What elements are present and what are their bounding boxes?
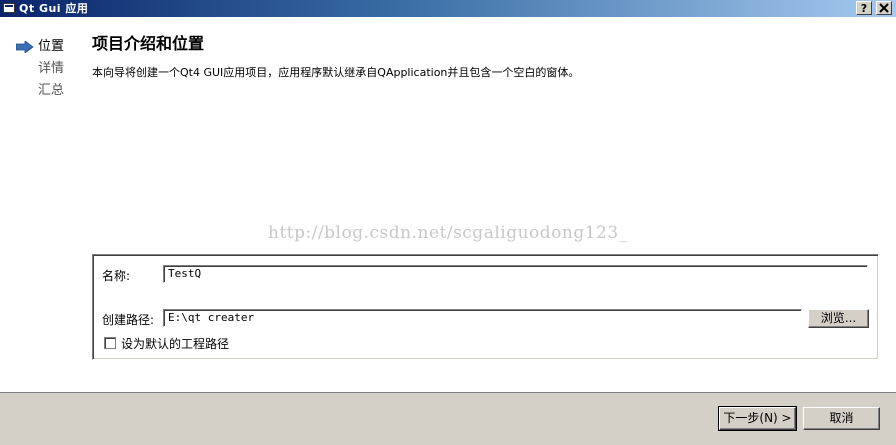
default-path-label: 设为默认的工程路径 xyxy=(121,337,230,351)
app-window-icon xyxy=(3,3,15,13)
help-button[interactable]: ? xyxy=(856,1,872,15)
project-name-input[interactable]: TestQ xyxy=(163,265,868,283)
next-button[interactable]: 下一步(N) > xyxy=(718,406,797,431)
nav-step-label: 详情 xyxy=(38,61,65,76)
cancel-button[interactable]: 取消 xyxy=(803,407,880,430)
nav-step-location: 位置 xyxy=(16,36,86,58)
current-step-arrow-icon xyxy=(16,41,34,53)
page-description: 本向导将创建一个Qt4 GUI应用项目，应用程序默认继承自QApplicatio… xyxy=(92,66,580,79)
browse-button[interactable]: 浏览... xyxy=(808,309,869,328)
name-label: 名称: xyxy=(102,269,131,283)
default-path-checkbox[interactable] xyxy=(104,337,116,349)
window-titlebar[interactable]: Qt Gui 应用 ? xyxy=(0,0,896,17)
close-button[interactable] xyxy=(876,1,892,15)
create-path-input[interactable]: E:\qt creater xyxy=(163,309,802,327)
nav-step-details: 详情 xyxy=(16,58,86,80)
dialog-footer: 下一步(N) > 取消 xyxy=(0,392,896,445)
window-title: Qt Gui 应用 xyxy=(19,2,89,15)
nav-step-label: 汇总 xyxy=(38,83,65,98)
close-icon xyxy=(879,3,889,13)
nav-step-summary: 汇总 xyxy=(16,80,86,102)
path-label: 创建路径: xyxy=(102,313,155,327)
page-title: 项目介绍和位置 xyxy=(92,34,205,53)
wizard-steps-nav: 位置 详情 汇总 xyxy=(16,36,86,102)
watermark-text: http://blog.csdn.net/scgaliguodong123_ xyxy=(268,223,628,243)
nav-step-label: 位置 xyxy=(38,39,65,54)
